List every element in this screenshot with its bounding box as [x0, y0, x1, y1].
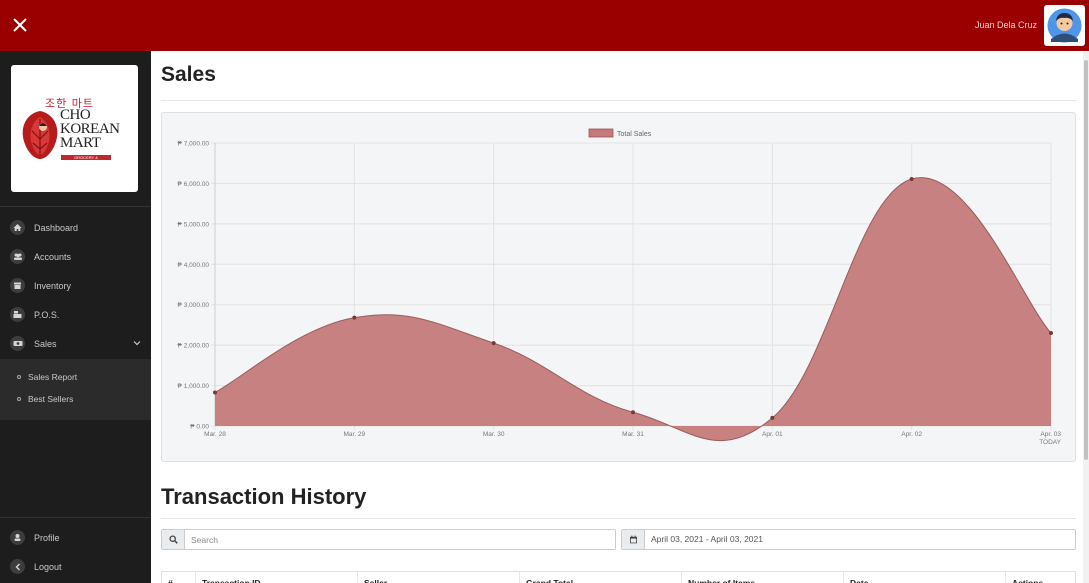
- x-tick-label: Apr. 03: [1040, 431, 1061, 438]
- sidebar-item-label: Dashboard: [34, 222, 79, 233]
- chart-legend: Total Sales: [588, 128, 652, 138]
- user-icon: [10, 530, 25, 545]
- y-tick-label: ₱ 0.00: [190, 424, 209, 431]
- circle-icon: [17, 397, 21, 401]
- x-tick-label: Apr. 02: [901, 431, 922, 438]
- date-range-value: April 03, 2021 - April 03, 2021: [651, 534, 763, 544]
- y-tick-label: ₱ 5,000.00: [178, 221, 210, 228]
- y-tick-label: ₱ 6,000.00: [178, 181, 210, 188]
- data-point: [352, 315, 357, 320]
- page-title: Sales: [161, 63, 216, 86]
- y-tick-label: ₱ 2,000.00: [178, 343, 210, 350]
- sidebar-item-logout[interactable]: Logout: [0, 552, 151, 581]
- y-axis-labels: ₱ 0.00 ₱ 1,000.00 ₱ 2,000.00 ₱ 3,000.00 ₱ 4,…: [178, 141, 210, 431]
- user-avatar-icon: [1047, 8, 1082, 43]
- sales-area-chart: Total Sales ₱ 0.00₱ 1,000.00₱ 2,000.00₱ …: [178, 128, 1062, 446]
- y-tick-label: ₱ 4,000.00: [178, 262, 210, 269]
- sidebar-item-label: P.O.S.: [34, 309, 60, 320]
- search-icon: [162, 530, 185, 549]
- sidebar-item-label: Profile: [34, 532, 60, 543]
- sidebar-item-accounts[interactable]: Accounts: [0, 242, 151, 271]
- logo-line-2: KOREAN: [60, 121, 120, 137]
- home-icon: [10, 220, 25, 235]
- x-tick-label: Mar. 28: [204, 431, 226, 438]
- chevron-down-icon: [133, 341, 141, 346]
- sidebar: 조한 마트 CHO KOREAN MART GROCERY & RESTAURA…: [0, 51, 151, 583]
- data-point: [770, 415, 775, 420]
- x-axis-labels: Mar. 28 Mar. 29 Mar. 30 Mar. 31 Apr. 01 Apr. …: [204, 431, 1062, 446]
- logo-line-1: CHO: [60, 107, 91, 123]
- logo-subtitle: GROCERY & RESTAURANT: [61, 155, 111, 165]
- close-menu-button[interactable]: [8, 11, 34, 39]
- sidebar-item-label: Accounts: [34, 251, 72, 262]
- data-point: [631, 410, 635, 415]
- sidebar-divider: [0, 206, 151, 207]
- submenu-item-best-sellers[interactable]: Best Sellers: [0, 389, 151, 409]
- sidebar-item-inventory[interactable]: Inventory: [0, 271, 151, 300]
- search-box: [161, 529, 616, 550]
- main-content: Sales Total Sales ₱ 0.00 ₱ 1,000.00 ₱ 2,00…: [151, 51, 1083, 583]
- search-input[interactable]: [185, 530, 615, 549]
- column-header[interactable]: Number of Items: [682, 572, 844, 583]
- avatar[interactable]: [1044, 5, 1085, 46]
- users-icon: [10, 249, 25, 264]
- legend-label: Total Sales: [617, 131, 652, 138]
- sidebar-item-sales[interactable]: Sales: [0, 329, 151, 358]
- money-icon: [10, 336, 25, 351]
- sidebar-item-profile[interactable]: Profile: [0, 523, 151, 552]
- calendar-icon: [622, 530, 645, 549]
- data-point: [1049, 331, 1053, 336]
- user-name[interactable]: Juan Dela Cruz: [975, 20, 1037, 30]
- x-tick-label: Mar. 30: [483, 431, 505, 438]
- sales-submenu: Sales Report Best Sellers: [0, 359, 151, 420]
- chevron-left-icon: [10, 559, 25, 574]
- sidebar-item-label: Inventory: [34, 280, 72, 291]
- date-range-picker[interactable]: April 03, 2021 - April 03, 2021: [621, 529, 1076, 550]
- submenu-item-label: Best Sellers: [28, 394, 74, 404]
- register-icon: [10, 307, 25, 322]
- x-tick-label: Mar. 29: [343, 431, 365, 438]
- section-divider: [161, 518, 1076, 519]
- y-tick-label: ₱ 3,000.00: [178, 302, 210, 309]
- top-bar: Juan Dela Cruz: [0, 0, 1089, 51]
- x-tick-sublabel: TODAY: [1039, 439, 1061, 446]
- data-point: [909, 176, 914, 181]
- scrollbar-thumb[interactable]: [1084, 60, 1088, 460]
- sidebar-item-pos[interactable]: P.O.S.: [0, 300, 151, 329]
- sidebar-item-label: Logout: [34, 561, 62, 572]
- column-header[interactable]: #: [162, 572, 196, 583]
- y-tick-label: ₱ 1,000.00: [178, 383, 210, 390]
- x-tick-label: Apr. 01: [762, 431, 783, 438]
- logo-wordmark: CHO KOREAN MART: [60, 107, 120, 151]
- title-divider: [161, 100, 1076, 101]
- column-header[interactable]: Transaction ID: [196, 572, 358, 583]
- data-point: [213, 390, 217, 395]
- sidebar-item-dashboard[interactable]: Dashboard: [0, 213, 151, 242]
- sales-chart: Total Sales ₱ 0.00 ₱ 1,000.00 ₱ 2,000.00 ₱ …: [161, 112, 1076, 462]
- x-tick-label: Mar. 31: [622, 431, 644, 438]
- y-tick-label: ₱ 7,000.00: [178, 141, 210, 148]
- column-header[interactable]: Grand Total: [520, 572, 682, 583]
- transactions-table-header: # Transaction ID Seller Grand Total Numb…: [161, 571, 1076, 583]
- logo-line-3: MART: [60, 135, 101, 151]
- box-icon: [10, 278, 25, 293]
- circle-icon: [17, 375, 21, 379]
- data-point: [491, 341, 496, 346]
- brand-logo[interactable]: 조한 마트 CHO KOREAN MART GROCERY & RESTAURA…: [11, 65, 138, 192]
- column-header[interactable]: Date: [844, 572, 1006, 583]
- close-icon: [13, 18, 27, 32]
- sidebar-item-label: Sales: [34, 338, 57, 349]
- section-title: Transaction History: [161, 484, 367, 509]
- legend-swatch: [588, 128, 614, 138]
- column-header[interactable]: Actions: [1006, 572, 1075, 583]
- submenu-item-label: Sales Report: [28, 372, 78, 382]
- cabbage-logo-icon: [22, 111, 58, 159]
- column-header[interactable]: Seller: [358, 572, 520, 583]
- submenu-item-sales-report[interactable]: Sales Report: [0, 367, 151, 387]
- sidebar-divider: [0, 517, 151, 518]
